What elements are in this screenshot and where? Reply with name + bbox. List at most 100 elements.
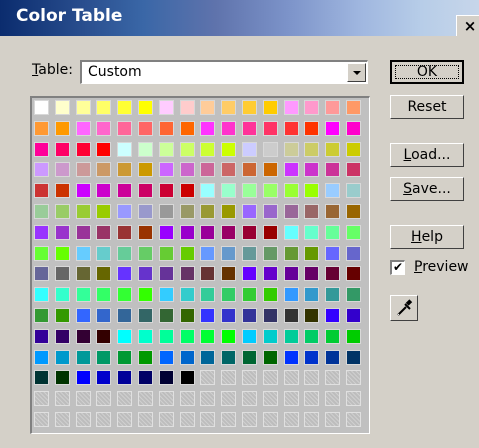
- color-swatch[interactable]: [283, 183, 299, 199]
- color-swatch[interactable]: [117, 120, 133, 136]
- color-swatch[interactable]: [200, 204, 216, 219]
- color-swatch[interactable]: [283, 204, 299, 219]
- color-swatch[interactable]: [325, 266, 341, 282]
- close-button[interactable]: ×: [456, 15, 479, 36]
- color-swatch[interactable]: [221, 308, 237, 323]
- color-swatch[interactable]: [221, 183, 237, 199]
- color-swatch[interactable]: [221, 328, 237, 344]
- color-swatch[interactable]: [96, 183, 112, 199]
- color-swatch[interactable]: [96, 100, 112, 115]
- color-swatch[interactable]: [138, 287, 153, 303]
- color-swatch[interactable]: [242, 287, 257, 303]
- color-swatch[interactable]: [221, 100, 237, 115]
- color-swatch[interactable]: [346, 287, 361, 303]
- color-swatch[interactable]: [242, 183, 257, 199]
- load-button[interactable]: Load...: [390, 143, 464, 167]
- color-swatch[interactable]: [283, 162, 299, 178]
- color-swatch[interactable]: [346, 141, 361, 157]
- color-swatch[interactable]: [158, 120, 174, 136]
- color-swatch[interactable]: [283, 245, 299, 261]
- color-swatch[interactable]: [96, 287, 112, 303]
- color-swatch[interactable]: [158, 328, 174, 344]
- color-swatch[interactable]: [75, 141, 91, 157]
- color-swatch[interactable]: [179, 162, 195, 178]
- color-swatch[interactable]: [96, 328, 112, 344]
- color-swatch[interactable]: [304, 204, 320, 219]
- color-swatch[interactable]: [242, 162, 257, 178]
- color-swatch[interactable]: [75, 287, 91, 303]
- color-swatch[interactable]: [346, 162, 361, 178]
- preview-checkbox[interactable]: ✔: [390, 260, 405, 275]
- color-swatch[interactable]: [34, 204, 49, 219]
- color-swatch[interactable]: [158, 183, 174, 199]
- color-swatch[interactable]: [34, 141, 49, 157]
- color-swatch[interactable]: [117, 287, 133, 303]
- color-swatch[interactable]: [179, 183, 195, 199]
- color-swatch[interactable]: [283, 349, 299, 365]
- color-swatch[interactable]: [117, 224, 133, 240]
- color-swatch[interactable]: [54, 204, 70, 219]
- color-swatch[interactable]: [221, 224, 237, 240]
- color-swatch[interactable]: [138, 204, 153, 219]
- color-swatch[interactable]: [283, 266, 299, 282]
- color-swatch[interactable]: [200, 266, 216, 282]
- color-swatch[interactable]: [117, 204, 133, 219]
- color-swatch[interactable]: [54, 328, 70, 344]
- color-swatch[interactable]: [138, 141, 153, 157]
- color-swatch[interactable]: [200, 120, 216, 136]
- color-swatch[interactable]: [304, 120, 320, 136]
- color-swatch[interactable]: [54, 100, 70, 115]
- color-swatch[interactable]: [138, 183, 153, 199]
- color-swatch[interactable]: [304, 349, 320, 365]
- color-swatch[interactable]: [34, 308, 49, 323]
- color-swatch[interactable]: [304, 141, 320, 157]
- color-swatch[interactable]: [200, 100, 216, 115]
- color-swatch[interactable]: [262, 100, 278, 115]
- preview-label[interactable]: Preview: [414, 259, 469, 275]
- color-swatch[interactable]: [117, 183, 133, 199]
- ok-button[interactable]: OK: [390, 60, 464, 84]
- color-swatch[interactable]: [179, 370, 195, 386]
- color-swatch[interactable]: [242, 100, 257, 115]
- color-swatch[interactable]: [96, 162, 112, 178]
- color-swatch[interactable]: [54, 120, 70, 136]
- color-swatch[interactable]: [221, 162, 237, 178]
- color-swatch[interactable]: [262, 141, 278, 157]
- color-swatch[interactable]: [179, 100, 195, 115]
- color-swatch[interactable]: [75, 224, 91, 240]
- color-swatch[interactable]: [96, 224, 112, 240]
- color-swatch[interactable]: [325, 224, 341, 240]
- color-swatch[interactable]: [34, 266, 49, 282]
- color-swatch[interactable]: [158, 245, 174, 261]
- color-swatch[interactable]: [325, 183, 341, 199]
- color-swatch[interactable]: [304, 308, 320, 323]
- color-swatch[interactable]: [117, 308, 133, 323]
- color-swatch[interactable]: [96, 370, 112, 386]
- title-bar[interactable]: Color Table ×: [0, 0, 479, 36]
- color-swatch[interactable]: [96, 245, 112, 261]
- color-swatch[interactable]: [34, 287, 49, 303]
- color-swatch[interactable]: [242, 266, 257, 282]
- color-swatch[interactable]: [179, 328, 195, 344]
- color-swatch[interactable]: [75, 245, 91, 261]
- color-swatch[interactable]: [325, 349, 341, 365]
- color-swatch[interactable]: [283, 308, 299, 323]
- color-swatch[interactable]: [346, 120, 361, 136]
- color-swatch[interactable]: [325, 162, 341, 178]
- color-swatch[interactable]: [200, 141, 216, 157]
- color-swatch[interactable]: [158, 287, 174, 303]
- color-swatch[interactable]: [304, 287, 320, 303]
- save-button[interactable]: Save...: [390, 177, 464, 201]
- color-swatch[interactable]: [242, 245, 257, 261]
- color-swatch[interactable]: [34, 328, 49, 344]
- color-swatch[interactable]: [75, 100, 91, 115]
- color-swatch[interactable]: [158, 162, 174, 178]
- color-swatch[interactable]: [200, 245, 216, 261]
- color-swatch[interactable]: [283, 120, 299, 136]
- color-swatch[interactable]: [346, 183, 361, 199]
- color-swatch[interactable]: [138, 162, 153, 178]
- color-swatch[interactable]: [117, 162, 133, 178]
- color-swatch[interactable]: [262, 183, 278, 199]
- color-swatch[interactable]: [138, 308, 153, 323]
- color-swatch[interactable]: [304, 245, 320, 261]
